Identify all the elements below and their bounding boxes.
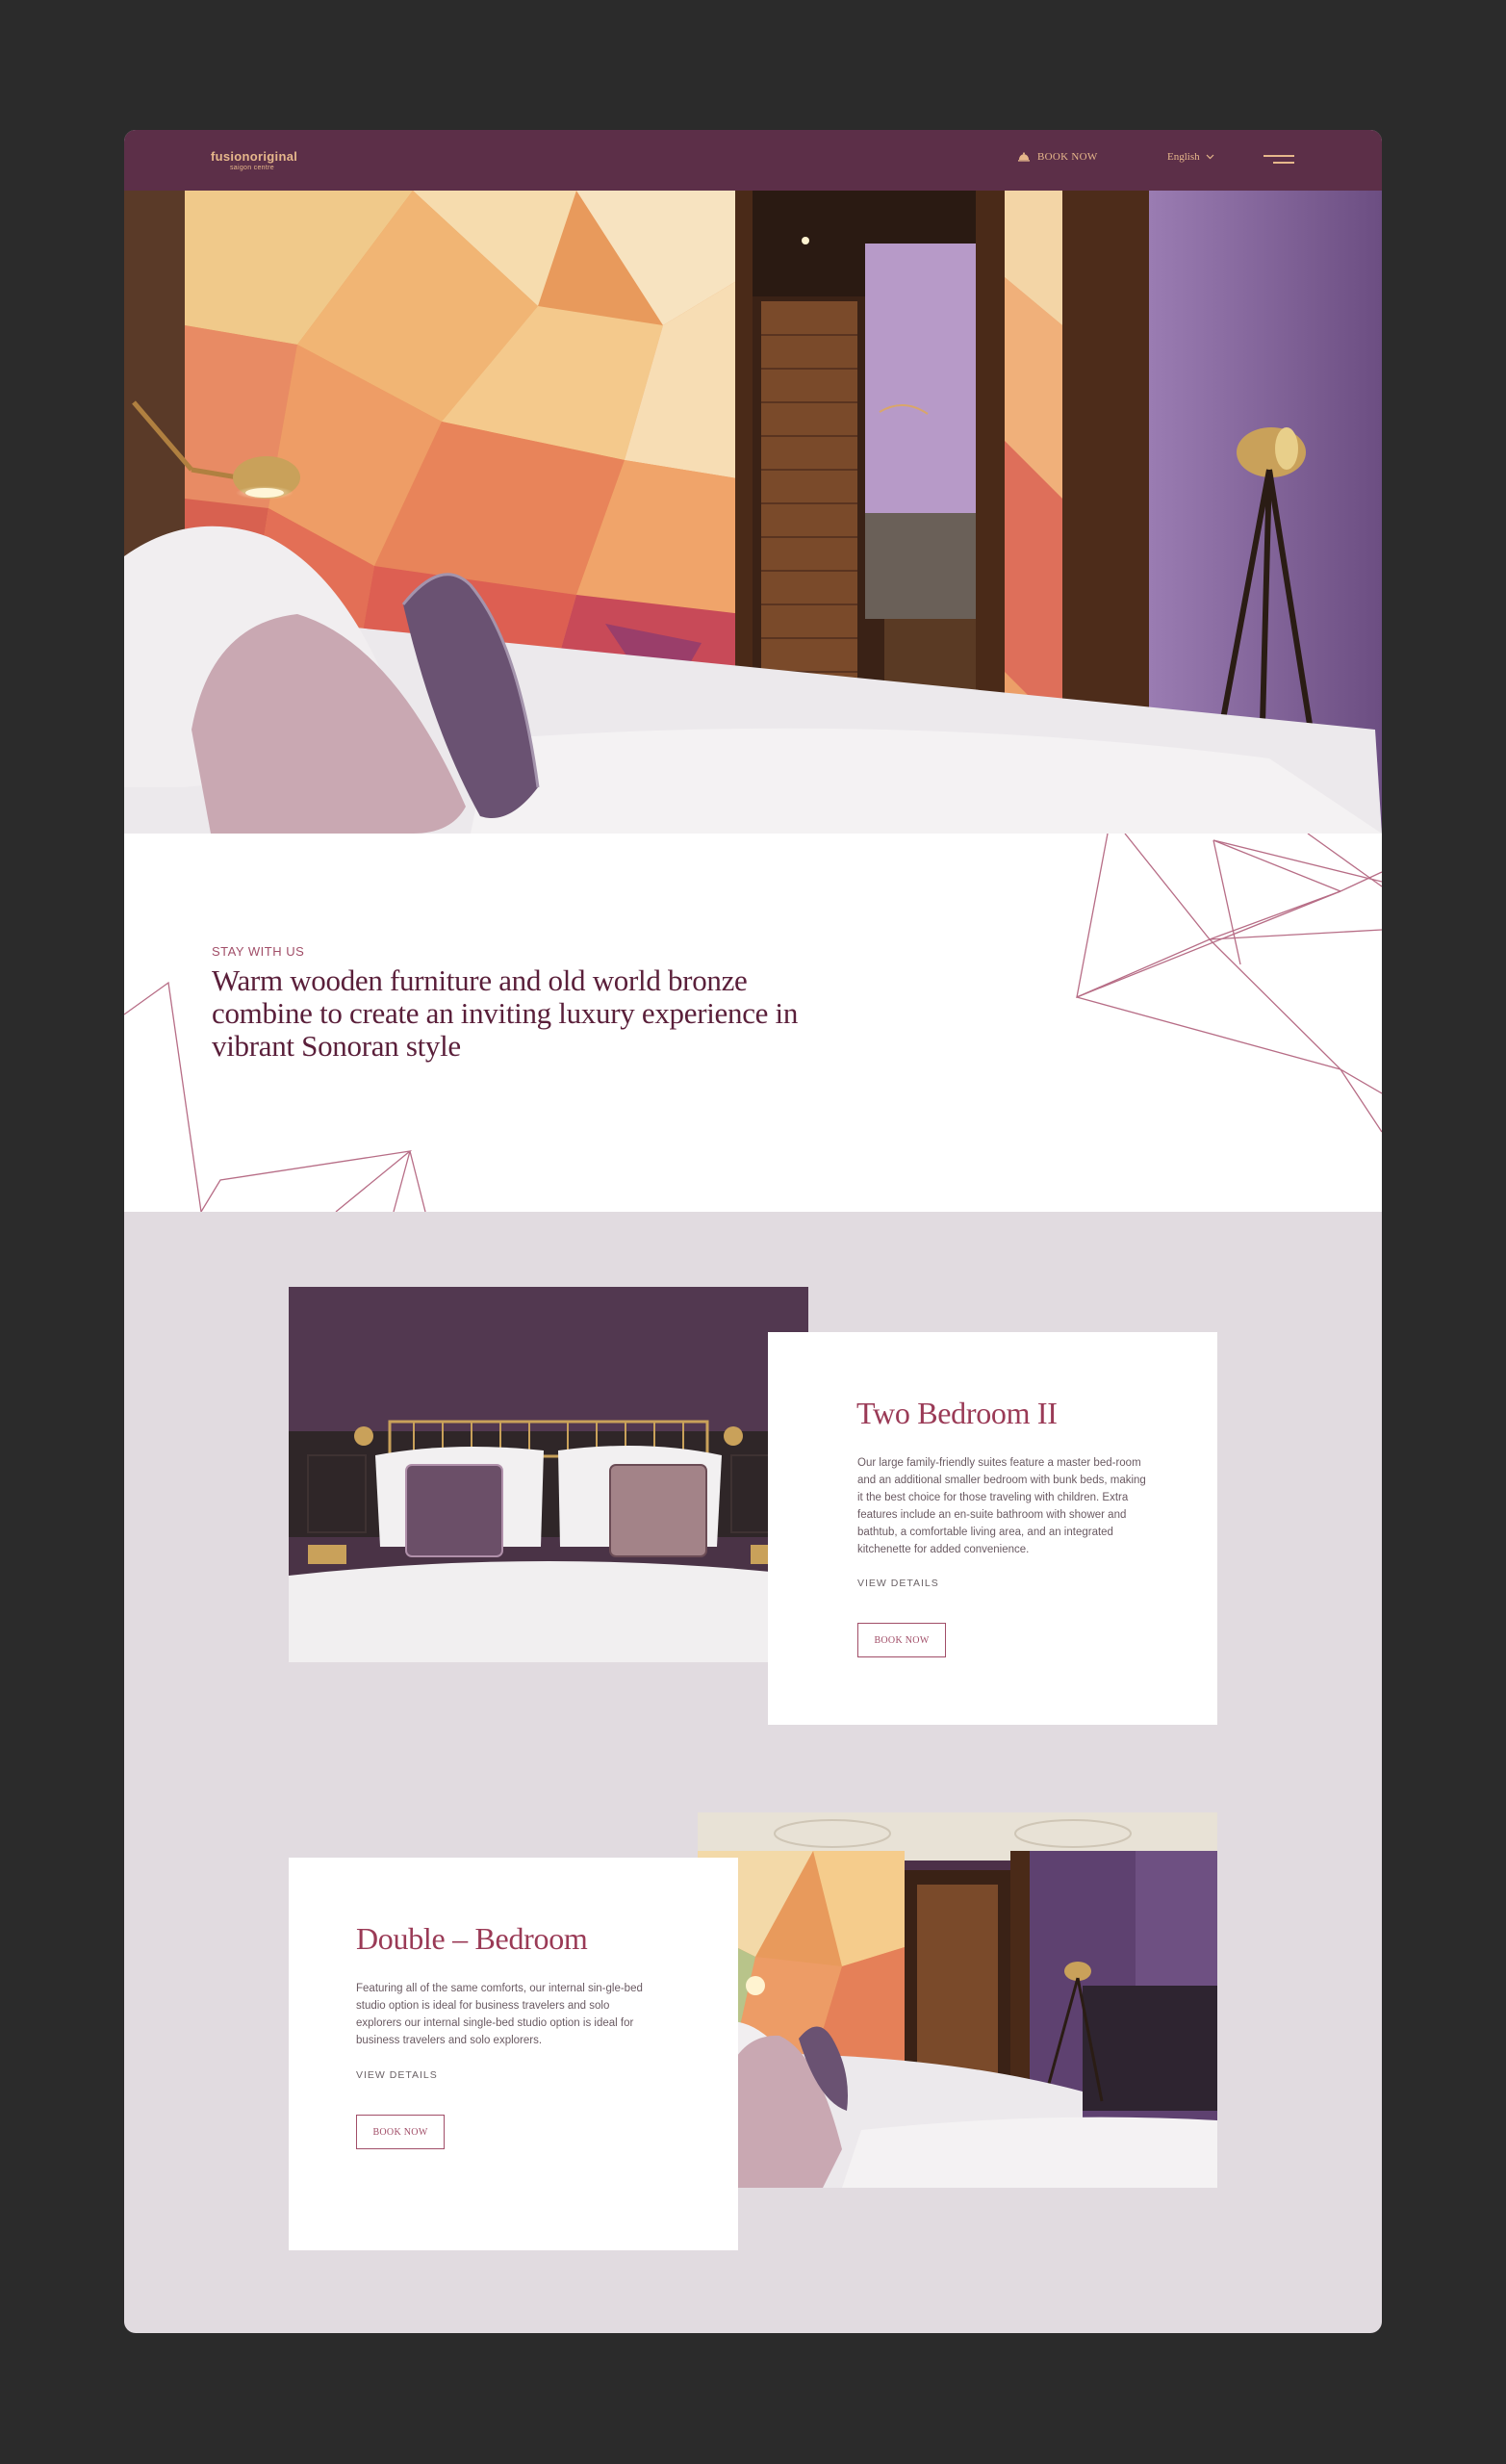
intro-section: STAY WITH US Warm wooden furniture and o… xyxy=(124,834,1382,1212)
intro-eyebrow: STAY WITH US xyxy=(212,944,305,959)
brand-logo[interactable]: fusionoriginal saigon centre xyxy=(211,149,297,171)
site-header: fusionoriginal saigon centre BOOK NOW En… xyxy=(124,130,1382,191)
site-frame: fusionoriginal saigon centre BOOK NOW En… xyxy=(124,130,1382,2333)
view-details-link[interactable]: VIEW DETAILS xyxy=(857,1578,939,1589)
intro-heading: Warm wooden furniture and old world bron… xyxy=(212,963,799,1063)
header-book-now-button[interactable]: BOOK NOW xyxy=(1018,151,1098,163)
header-book-now-label: BOOK NOW xyxy=(1037,151,1098,163)
brand-subtitle: saigon centre xyxy=(230,165,274,171)
room-card-double-bedroom: Double – Bedroom Featuring all of the sa… xyxy=(289,1858,738,2250)
language-label: English xyxy=(1167,151,1200,163)
view-details-link[interactable]: VIEW DETAILS xyxy=(356,2069,438,2081)
brand-name: fusionoriginal xyxy=(211,149,298,164)
book-now-button[interactable]: BOOK NOW xyxy=(857,1623,946,1657)
hamburger-menu-icon[interactable] xyxy=(1264,151,1294,167)
hero-image xyxy=(124,191,1382,834)
bell-icon xyxy=(1018,152,1030,162)
room-title: Double – Bedroom xyxy=(356,1921,588,1956)
room-photo-two-bedroom[interactable] xyxy=(289,1287,808,1662)
room-description: Featuring all of the same comforts, our … xyxy=(356,1983,643,2046)
room-card-two-bedroom: Two Bedroom II Our large family-friendly… xyxy=(768,1332,1217,1725)
room-photo-double-bedroom[interactable] xyxy=(698,1812,1217,2188)
book-now-button[interactable]: BOOK NOW xyxy=(356,2115,445,2149)
room-title: Two Bedroom II xyxy=(856,1396,1058,1430)
room-description: Our large family-friendly suites feature… xyxy=(857,1457,1146,1555)
language-select[interactable]: English xyxy=(1167,151,1214,163)
chevron-down-icon xyxy=(1206,154,1214,160)
